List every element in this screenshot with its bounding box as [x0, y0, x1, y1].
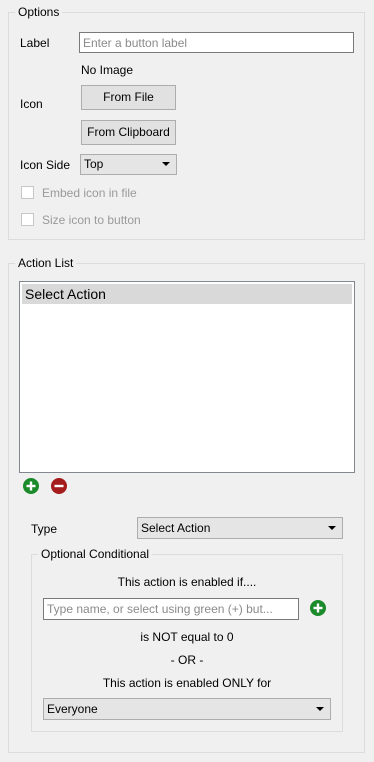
audience-select[interactable]: Everyone	[43, 698, 331, 720]
from-file-button[interactable]: From File	[81, 85, 176, 110]
action-listbox[interactable]: Select Action	[19, 281, 355, 473]
icon-side-select[interactable]: Top	[80, 154, 177, 175]
list-item[interactable]: Select Action	[22, 284, 352, 304]
or-text: - OR -	[170, 653, 204, 667]
audience-value: Everyone	[47, 702, 98, 716]
chevron-down-icon	[316, 707, 324, 711]
icon-side-caption: Icon Side	[20, 158, 71, 172]
type-caption: Type	[31, 522, 58, 536]
options-legend: Options	[15, 5, 63, 19]
plus-icon	[313, 603, 323, 613]
chevron-down-icon	[328, 526, 336, 530]
size-icon-label: Size icon to button	[42, 213, 141, 227]
enabled-only-text: This action is enabled ONLY for	[102, 676, 272, 690]
button-label-input[interactable]	[79, 32, 354, 53]
minus-icon	[54, 484, 64, 488]
icon-caption: Icon	[20, 97, 43, 111]
type-select[interactable]: Select Action	[137, 517, 343, 539]
add-action-icon[interactable]	[23, 478, 39, 494]
type-value: Select Action	[141, 521, 211, 535]
embed-icon-label: Embed icon in file	[42, 186, 137, 200]
no-image-text: No Image	[81, 63, 134, 77]
enabled-if-text: This action is enabled if....	[117, 575, 257, 589]
remove-action-icon[interactable]	[51, 478, 67, 494]
from-clipboard-button[interactable]: From Clipboard	[81, 120, 176, 145]
condition-name-input[interactable]	[43, 598, 299, 620]
add-condition-icon[interactable]	[310, 600, 326, 616]
optional-conditional-legend: Optional Conditional	[38, 547, 153, 561]
action-list-legend: Action List	[15, 256, 77, 270]
size-icon-checkbox[interactable]	[21, 213, 34, 226]
chevron-down-icon	[162, 162, 170, 166]
icon-side-value: Top	[84, 157, 104, 171]
label-caption: Label	[20, 36, 50, 50]
embed-icon-checkbox[interactable]	[21, 186, 34, 199]
not-equal-text: is NOT equal to 0	[140, 630, 234, 644]
plus-icon	[26, 481, 36, 491]
